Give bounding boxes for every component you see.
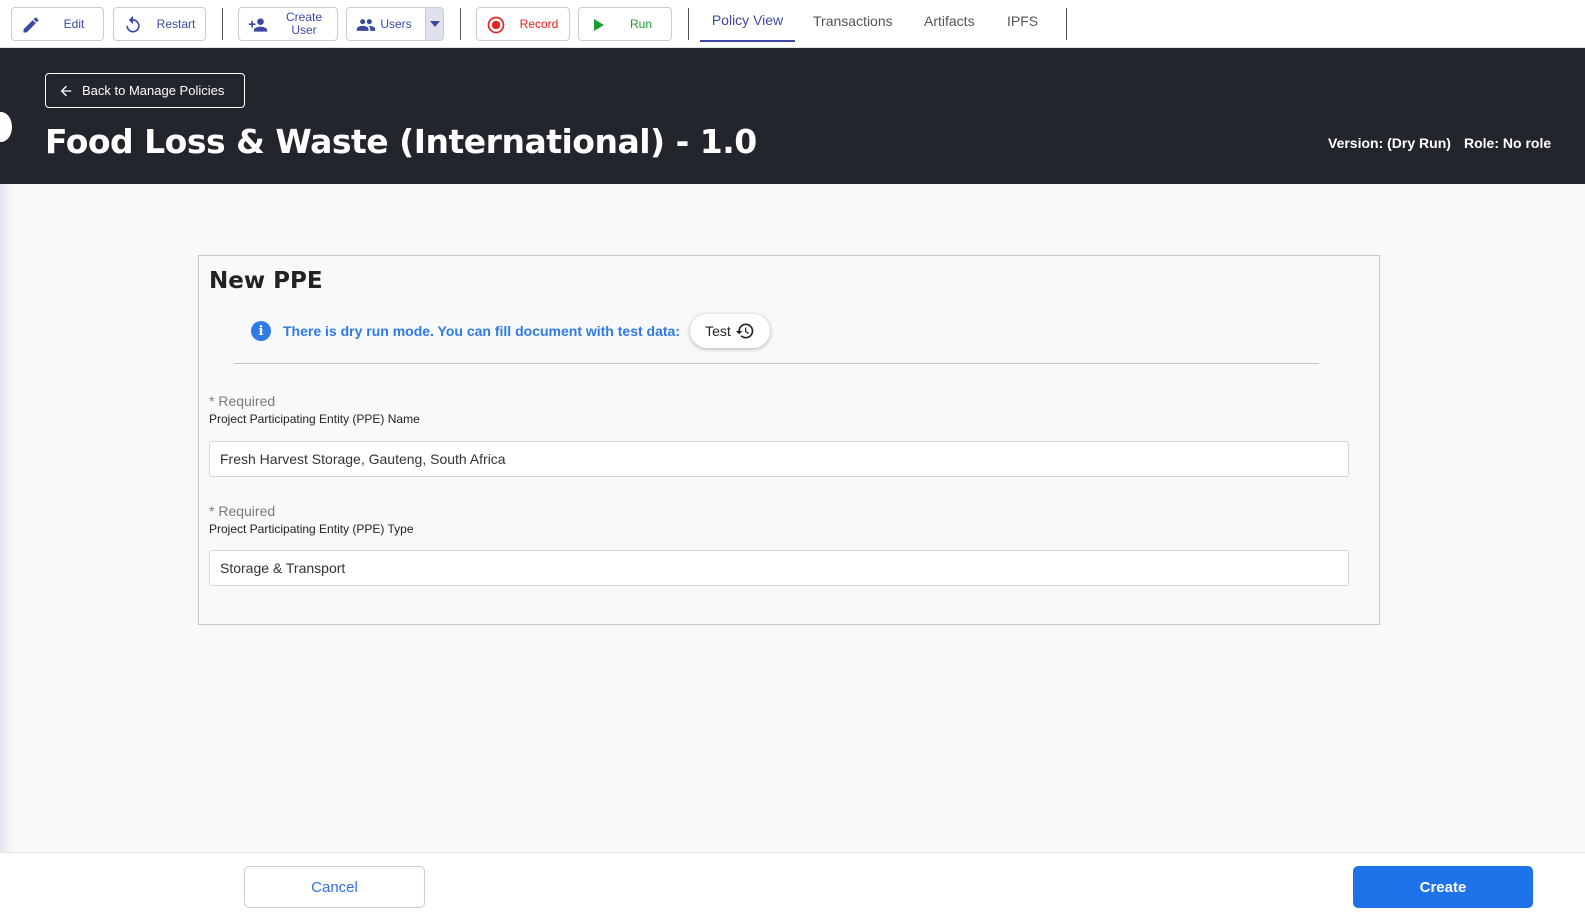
top-toolbar: Edit Restart Create User Users Record Ru…: [0, 0, 1585, 48]
chevron-down-icon: [429, 21, 440, 27]
play-icon: [587, 14, 609, 36]
cancel-button[interactable]: Cancel: [244, 866, 425, 908]
side-handle[interactable]: [0, 112, 12, 142]
side-shade: [0, 184, 12, 914]
required-marker: * Required: [209, 503, 276, 519]
create-user-label-line2: User: [291, 23, 317, 37]
form-footer: Cancel Create: [0, 852, 1585, 915]
pencil-icon: [20, 14, 42, 36]
form-title: New PPE: [209, 268, 323, 294]
tab-artifacts[interactable]: Artifacts: [924, 0, 975, 42]
restart-icon: [122, 14, 144, 36]
back-to-manage-policies-button[interactable]: Back to Manage Policies: [45, 73, 245, 108]
tab-ipfs[interactable]: IPFS: [1007, 0, 1038, 42]
record-button[interactable]: Record: [476, 7, 570, 41]
version-label: Version: (Dry Run): [1328, 135, 1451, 151]
history-icon: [735, 323, 754, 339]
create-user-button[interactable]: Create User: [238, 7, 338, 41]
users-button[interactable]: Users: [346, 7, 444, 41]
info-icon: i: [251, 321, 271, 341]
dry-run-notice: i There is dry run mode. You can fill do…: [251, 314, 770, 348]
arrow-left-icon: [58, 83, 74, 99]
ppe-name-input[interactable]: Fresh Harvest Storage, Gauteng, South Af…: [209, 441, 1349, 477]
toolbar-divider: [222, 8, 223, 40]
add-user-icon: [247, 14, 269, 36]
create-button[interactable]: Create: [1353, 866, 1533, 908]
toolbar-divider: [460, 8, 461, 40]
role-label: Role: No role: [1464, 135, 1552, 151]
policy-header: Back to Manage Policies Food Loss & Wast…: [0, 48, 1585, 184]
form-divider: [234, 363, 1319, 364]
users-button-label: Users: [380, 16, 412, 31]
dry-run-notice-text: There is dry run mode. You can fill docu…: [283, 323, 680, 339]
tab-transactions[interactable]: Transactions: [813, 0, 893, 42]
page-title: Food Loss & Waste (International) - 1.0: [45, 122, 757, 161]
run-button-label: Run: [629, 16, 652, 31]
edit-button[interactable]: Edit: [11, 7, 104, 41]
restart-button-label: Restart: [156, 16, 196, 31]
ppe-type-label: Project Participating Entity (PPE) Type: [209, 522, 414, 536]
record-icon: [485, 14, 507, 36]
users-dropdown-toggle[interactable]: [425, 8, 443, 40]
ppe-name-label: Project Participating Entity (PPE) Name: [209, 412, 420, 426]
ppe-type-input[interactable]: Storage & Transport: [209, 550, 1349, 586]
restart-button[interactable]: Restart: [113, 7, 206, 41]
required-marker: * Required: [209, 393, 276, 409]
test-data-button[interactable]: Test: [689, 314, 770, 348]
record-button-label: Record: [519, 16, 559, 31]
edit-button-label: Edit: [63, 16, 85, 31]
create-user-label: Create User: [271, 8, 337, 40]
run-button[interactable]: Run: [578, 7, 672, 41]
test-button-label: Test: [705, 323, 731, 339]
new-ppe-form-card: New PPE i There is dry run mode. You can…: [198, 255, 1380, 625]
back-button-label: Back to Manage Policies: [82, 83, 225, 98]
toolbar-divider: [688, 8, 689, 40]
toolbar-divider: [1066, 8, 1067, 40]
tab-policy-view[interactable]: Policy View: [700, 0, 795, 42]
